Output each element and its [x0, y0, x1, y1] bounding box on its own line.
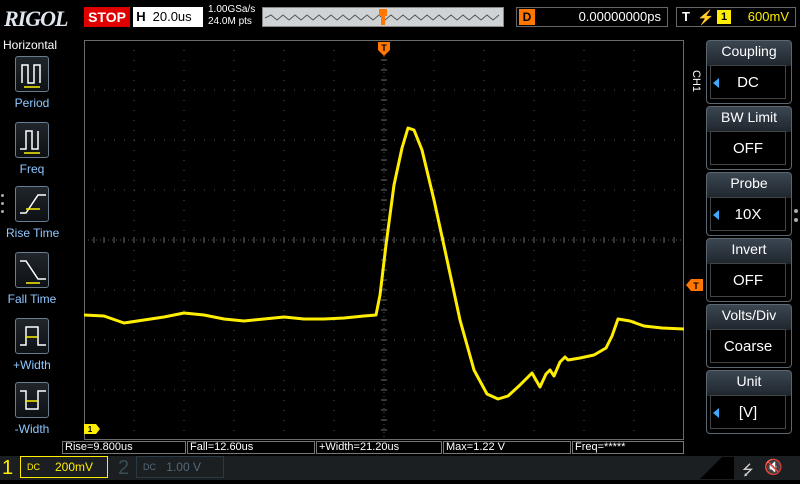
unit-arrow-icon: [713, 408, 719, 418]
bw-limit-value: OFF: [710, 131, 786, 165]
coupling-value: DC: [710, 65, 786, 99]
delay-label: D: [519, 9, 535, 25]
timebase-value: 20.0us: [152, 9, 192, 24]
negative-width-label: -Width: [14, 422, 50, 436]
corner-decoration: [700, 457, 734, 479]
channel-menu: Coupling DC BW Limit OFF Probe 10X Inver…: [706, 40, 792, 456]
channel-menu-tab: CH1: [690, 70, 702, 93]
probe-title: Probe: [730, 175, 768, 191]
coupling-title: Coupling: [721, 43, 777, 59]
fall-time-label: Fall Time: [7, 292, 57, 306]
ch1-scale-value: 200mV: [54, 460, 93, 474]
memory-trigger-marker-icon: [379, 9, 387, 16]
rise-time-label: Rise Time: [6, 226, 60, 240]
measure-freq-button[interactable]: Freq: [6, 122, 58, 176]
freq-label: Freq: [19, 162, 45, 176]
ch1-ground-marker-text: 1: [88, 425, 93, 434]
measurement-positive-width: +Width=21.20us: [316, 441, 442, 454]
positive-width-label: +Width: [13, 358, 51, 372]
bw-limit-menu[interactable]: BW Limit OFF: [706, 106, 792, 170]
measure-period-button[interactable]: Period: [6, 56, 58, 110]
memory-waveform-preview: [264, 9, 500, 25]
rising-edge-icon: ⚡: [697, 9, 715, 25]
unit-title: Unit: [736, 373, 762, 389]
delay-box[interactable]: D 0.00000000ps: [516, 7, 668, 27]
right-panel-page-dot-icon: [794, 218, 798, 222]
trigger-position-marker-text: T: [381, 43, 387, 53]
volts-div-title: Volts/Div: [721, 307, 777, 323]
run-stop-status[interactable]: STOP: [84, 7, 130, 27]
measure-negative-width-button[interactable]: -Width: [6, 382, 58, 436]
coupling-arrow-icon: [713, 78, 719, 88]
probe-arrow-icon: [713, 210, 719, 220]
ch2-scale-box[interactable]: DC 1.00 V: [136, 456, 224, 478]
rise-time-icon: [15, 186, 49, 222]
measure-positive-width-button[interactable]: +Width: [6, 318, 58, 372]
measure-fall-time-button[interactable]: Fall Time: [6, 252, 58, 306]
period-label: Period: [14, 96, 50, 110]
unit-value: [V]: [710, 395, 786, 429]
left-panel-title: Horizontal: [2, 38, 58, 52]
bw-limit-title: BW Limit: [721, 109, 777, 125]
measurement-rise: Rise=9.800us: [62, 441, 186, 454]
ch2-number[interactable]: 2: [118, 456, 136, 480]
trigger-source: 1: [717, 10, 731, 24]
horizontal-label: H: [136, 9, 146, 24]
volts-div-value: Coarse: [710, 329, 786, 363]
acquisition-info: 1.00GSa/s 24.0M pts: [208, 4, 255, 28]
trigger-label: T: [682, 9, 690, 24]
trigger-level-marker-text: T: [693, 281, 699, 291]
invert-menu[interactable]: Invert OFF: [706, 238, 792, 302]
trigger-level-marker-icon[interactable]: T: [685, 278, 703, 292]
fall-time-icon: [15, 252, 49, 288]
memory-depth: 24.0M pts: [208, 16, 252, 27]
speaker-muted-icon[interactable]: 🔇: [764, 458, 783, 476]
probe-menu[interactable]: Probe 10X: [706, 172, 792, 236]
waveform-display[interactable]: T 1: [84, 40, 684, 440]
left-panel-page-indicator: [1, 194, 5, 224]
ch1-number[interactable]: 1: [2, 456, 20, 480]
unit-menu[interactable]: Unit [V]: [706, 370, 792, 434]
memory-position-strip[interactable]: [262, 7, 504, 27]
ch1-scale-box[interactable]: DC 200mV: [20, 456, 108, 478]
ch1-coupling-icon: DC: [27, 462, 40, 472]
measurement-fall: Fall=12.60us: [187, 441, 315, 454]
usb-icon: ⭍: [742, 462, 754, 478]
period-icon: [15, 56, 49, 92]
delay-value: 0.00000000ps: [578, 9, 661, 24]
ch2-coupling-icon: DC: [143, 462, 156, 472]
rigol-logo: RIGOL: [4, 6, 68, 31]
top-status-bar: RIGOL STOP H 20.0us 1.00GSa/s 24.0M pts …: [0, 0, 800, 36]
measurement-freq: Freq=*****: [572, 441, 684, 454]
invert-title: Invert: [731, 241, 767, 257]
trigger-box[interactable]: T ⚡ 1 600mV: [676, 7, 796, 27]
measure-rise-time-button[interactable]: Rise Time: [6, 186, 60, 240]
trigger-level: 600mV: [747, 9, 789, 24]
ch2-scale-value: 1.00 V: [166, 460, 201, 474]
timebase-box[interactable]: H 20.0us: [133, 7, 203, 27]
right-panel-page-dot-icon: [794, 209, 798, 213]
probe-value: 10X: [710, 197, 786, 231]
positive-width-icon: [15, 318, 49, 354]
volts-div-menu[interactable]: Volts/Div Coarse: [706, 304, 792, 368]
measurement-max: Max=1.22 V: [443, 441, 571, 454]
negative-width-icon: [15, 382, 49, 418]
sample-rate: 1.00GSa/s: [208, 4, 256, 15]
freq-icon: [15, 122, 49, 158]
coupling-menu[interactable]: Coupling DC: [706, 40, 792, 104]
invert-value: OFF: [710, 263, 786, 297]
